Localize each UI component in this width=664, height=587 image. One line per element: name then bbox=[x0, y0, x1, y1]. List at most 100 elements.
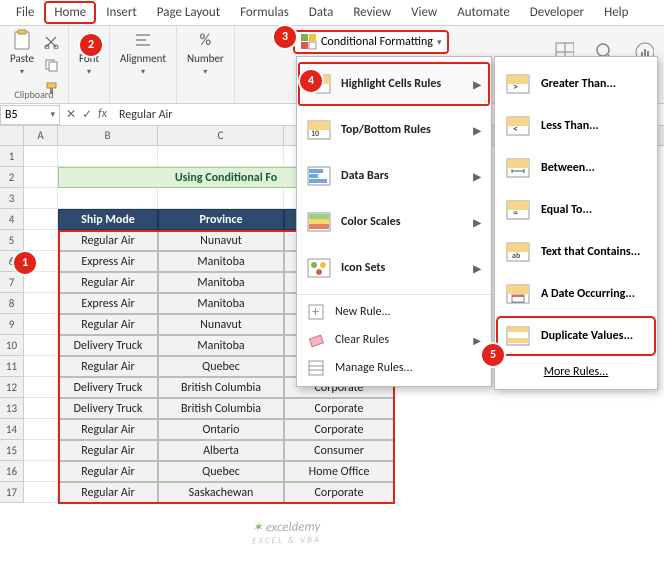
row-header[interactable]: 13 bbox=[0, 398, 24, 419]
cell[interactable]: Delivery Truck bbox=[58, 377, 158, 398]
cell[interactable]: Home Office bbox=[284, 461, 394, 482]
submenu-equal-to[interactable]: = Equal To... bbox=[495, 189, 657, 231]
cell[interactable] bbox=[24, 377, 58, 398]
cell[interactable]: British Columbia bbox=[158, 398, 284, 419]
menu-new-rule[interactable]: + New Rule... bbox=[297, 298, 491, 326]
alignment-button[interactable]: Alignment ▾ bbox=[116, 28, 170, 79]
submenu-more-rules[interactable]: More Rules... bbox=[495, 357, 657, 383]
cell[interactable]: Quebec bbox=[158, 356, 284, 377]
submenu-between[interactable]: Between... bbox=[495, 147, 657, 189]
col-header-a[interactable]: A bbox=[24, 126, 58, 145]
row-header[interactable]: 8 bbox=[0, 293, 24, 314]
cell[interactable]: Saskachewan bbox=[158, 482, 284, 503]
cut-icon[interactable] bbox=[42, 32, 62, 52]
cell[interactable] bbox=[24, 419, 58, 440]
select-all-corner[interactable] bbox=[0, 126, 24, 145]
cell[interactable]: Ship Mode bbox=[58, 209, 158, 230]
cell[interactable] bbox=[24, 461, 58, 482]
cell[interactable]: Province bbox=[158, 209, 284, 230]
cell[interactable] bbox=[24, 335, 58, 356]
row-header[interactable]: 15 bbox=[0, 440, 24, 461]
cell[interactable] bbox=[158, 146, 284, 167]
submenu-date-occurring[interactable]: A Date Occurring... bbox=[495, 273, 657, 315]
number-button[interactable]: % Number ▾ bbox=[183, 28, 228, 79]
cell[interactable]: Manitoba bbox=[158, 335, 284, 356]
cell[interactable]: Regular Air bbox=[58, 230, 158, 251]
copy-icon[interactable] bbox=[42, 55, 62, 75]
menu-manage-rules[interactable]: Manage Rules... bbox=[297, 354, 491, 382]
cell[interactable] bbox=[24, 356, 58, 377]
fx-enter-icon[interactable]: ✓ bbox=[82, 107, 92, 122]
cell[interactable]: Nunavut bbox=[158, 314, 284, 335]
col-header-c[interactable]: C bbox=[158, 126, 284, 145]
menu-top-bottom-rules[interactable]: 10 Top/Bottom Rules ▶ bbox=[297, 107, 491, 153]
cell[interactable]: Regular Air bbox=[58, 314, 158, 335]
menu-color-scales[interactable]: Color Scales ▶ bbox=[297, 199, 491, 245]
cell[interactable] bbox=[24, 293, 58, 314]
cell[interactable] bbox=[24, 272, 58, 293]
row-header[interactable]: 17 bbox=[0, 482, 24, 503]
tab-home[interactable]: Home bbox=[44, 1, 96, 24]
tab-view[interactable]: View bbox=[401, 1, 447, 24]
submenu-greater-than[interactable]: > Greater Than... bbox=[495, 63, 657, 105]
cell[interactable]: Regular Air bbox=[58, 440, 158, 461]
submenu-duplicate-values[interactable]: Duplicate Values... bbox=[495, 315, 657, 357]
fx-cancel-icon[interactable]: ✕ bbox=[66, 107, 76, 122]
row-header[interactable]: 10 bbox=[0, 335, 24, 356]
cell[interactable]: Corporate bbox=[284, 419, 394, 440]
tab-file[interactable]: File bbox=[6, 1, 44, 24]
cell[interactable] bbox=[24, 167, 58, 188]
row-header[interactable]: 12 bbox=[0, 377, 24, 398]
cell[interactable] bbox=[24, 230, 58, 251]
menu-icon-sets[interactable]: Icon Sets ▶ bbox=[297, 245, 491, 291]
cell[interactable]: British Columbia bbox=[158, 377, 284, 398]
cell[interactable]: Regular Air bbox=[58, 356, 158, 377]
cell[interactable]: Regular Air bbox=[58, 272, 158, 293]
submenu-text-contains[interactable]: ab Text that Contains... bbox=[495, 231, 657, 273]
cell[interactable] bbox=[24, 209, 58, 230]
menu-highlight-cells-rules[interactable]: < Highlight Cells Rules ▶ bbox=[297, 61, 491, 107]
cell[interactable] bbox=[158, 188, 284, 209]
tab-data[interactable]: Data bbox=[299, 1, 344, 24]
cell[interactable]: Express Air bbox=[58, 293, 158, 314]
tab-automate[interactable]: Automate bbox=[447, 1, 520, 24]
cell[interactable]: Manitoba bbox=[158, 293, 284, 314]
cell[interactable] bbox=[24, 482, 58, 503]
cell[interactable]: Regular Air bbox=[58, 419, 158, 440]
cell[interactable]: Manitoba bbox=[158, 272, 284, 293]
row-header[interactable]: 11 bbox=[0, 356, 24, 377]
tab-review[interactable]: Review bbox=[343, 1, 401, 24]
row-header[interactable]: 14 bbox=[0, 419, 24, 440]
row-header[interactable]: 5 bbox=[0, 230, 24, 251]
tab-help[interactable]: Help bbox=[594, 1, 638, 24]
cell[interactable] bbox=[24, 398, 58, 419]
cell[interactable]: Corporate bbox=[284, 398, 394, 419]
cell[interactable] bbox=[24, 314, 58, 335]
cell[interactable] bbox=[24, 440, 58, 461]
cell[interactable]: Regular Air bbox=[58, 482, 158, 503]
cell[interactable]: Quebec bbox=[158, 461, 284, 482]
submenu-less-than[interactable]: < Less Than... bbox=[495, 105, 657, 147]
row-header[interactable]: 4 bbox=[0, 209, 24, 230]
cell[interactable]: Manitoba bbox=[158, 251, 284, 272]
cell[interactable]: Express Air bbox=[58, 251, 158, 272]
row-header[interactable]: 3 bbox=[0, 188, 24, 209]
menu-clear-rules[interactable]: Clear Rules ▶ bbox=[297, 326, 491, 354]
cell[interactable]: Corporate bbox=[284, 482, 394, 503]
menu-data-bars[interactable]: Data Bars ▶ bbox=[297, 153, 491, 199]
row-header[interactable]: 7 bbox=[0, 272, 24, 293]
name-box[interactable]: B5▾ bbox=[0, 105, 60, 125]
cell[interactable]: Consumer bbox=[284, 440, 394, 461]
cell[interactable] bbox=[24, 146, 58, 167]
tab-insert[interactable]: Insert bbox=[96, 1, 147, 24]
cell[interactable] bbox=[58, 188, 158, 209]
paste-button[interactable]: Paste ▾ bbox=[6, 28, 38, 79]
row-header[interactable]: 1 bbox=[0, 146, 24, 167]
cell[interactable]: Delivery Truck bbox=[58, 335, 158, 356]
row-header[interactable]: 9 bbox=[0, 314, 24, 335]
tab-formulas[interactable]: Formulas bbox=[230, 1, 299, 24]
cell[interactable]: Ontario bbox=[158, 419, 284, 440]
conditional-formatting-button[interactable]: Conditional Formatting ▾ bbox=[293, 30, 449, 54]
cell[interactable] bbox=[58, 146, 158, 167]
cell[interactable]: Delivery Truck bbox=[58, 398, 158, 419]
